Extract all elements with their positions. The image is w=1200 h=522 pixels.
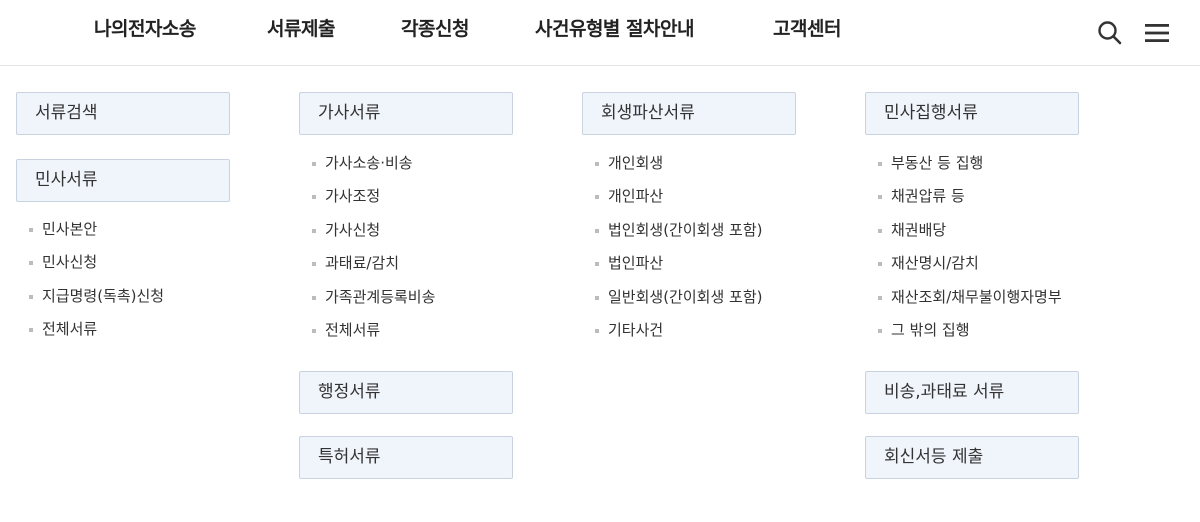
category-civil-documents[interactable]: 민사서류 xyxy=(16,159,230,202)
list-item[interactable]: 전체서류 xyxy=(28,319,164,352)
list-item[interactable]: 재산명시/감치 xyxy=(877,253,1062,286)
search-icon[interactable] xyxy=(1095,18,1125,48)
list-item[interactable]: 가족관계등록비송 xyxy=(311,287,435,320)
rehabilitation-bankruptcy-list: 개인회생 개인파산 법인회생(간이회생 포함) 법인파산 일반회생(간이회생 포… xyxy=(594,153,762,353)
hamburger-menu-icon[interactable] xyxy=(1142,18,1172,48)
nav-procedure-guide[interactable]: 사건유형별 절차안내 xyxy=(535,14,694,41)
list-item[interactable]: 민사본안 xyxy=(28,219,164,252)
list-item[interactable]: 민사신청 xyxy=(28,252,164,285)
list-item[interactable]: 법인회생(간이회생 포함) xyxy=(594,220,762,253)
list-item[interactable]: 개인파산 xyxy=(594,186,762,219)
list-item[interactable]: 과태료/감치 xyxy=(311,253,435,286)
list-item[interactable]: 가사신청 xyxy=(311,220,435,253)
nav-various-applications[interactable]: 각종신청 xyxy=(401,14,469,41)
list-item[interactable]: 개인회생 xyxy=(594,153,762,186)
category-civil-execution[interactable]: 민사집행서류 xyxy=(865,92,1079,135)
list-item[interactable]: 재산조회/채무불이행자명부 xyxy=(877,287,1062,320)
category-family-documents[interactable]: 가사서류 xyxy=(299,92,513,135)
category-non-litigation-fines[interactable]: 비송,과태료 서류 xyxy=(865,371,1079,414)
list-item[interactable]: 일반회생(간이회생 포함) xyxy=(594,287,762,320)
civil-documents-list: 민사본안 민사신청 지급명령(독촉)신청 전체서류 xyxy=(28,219,164,353)
list-item[interactable]: 지급명령(독촉)신청 xyxy=(28,286,164,319)
nav-document-submission[interactable]: 서류제출 xyxy=(267,14,335,41)
list-item[interactable]: 채권배당 xyxy=(877,220,1062,253)
list-item[interactable]: 그 밖의 집행 xyxy=(877,320,1062,353)
top-navigation-bar: 나의전자소송 서류제출 각종신청 사건유형별 절차안내 고객센터 xyxy=(0,0,1200,66)
civil-execution-list: 부동산 등 집행 채권압류 등 채권배당 재산명시/감치 재산조회/채무불이행자… xyxy=(877,153,1062,353)
list-item[interactable]: 기타사건 xyxy=(594,320,762,353)
nav-my-e-litigation[interactable]: 나의전자소송 xyxy=(94,14,196,41)
category-reply-submission[interactable]: 회신서등 제출 xyxy=(865,436,1079,479)
category-rehabilitation-bankruptcy[interactable]: 회생파산서류 xyxy=(582,92,796,135)
category-administrative-documents[interactable]: 행정서류 xyxy=(299,371,513,414)
list-item[interactable]: 부동산 등 집행 xyxy=(877,153,1062,186)
list-item[interactable]: 법인파산 xyxy=(594,253,762,286)
list-item[interactable]: 전체서류 xyxy=(311,320,435,353)
list-item[interactable]: 채권압류 등 xyxy=(877,186,1062,219)
nav-customer-center[interactable]: 고객센터 xyxy=(773,14,841,41)
family-documents-list: 가사소송·비송 가사조정 가사신청 과태료/감치 가족관계등록비송 전체서류 xyxy=(311,153,435,353)
list-item[interactable]: 가사소송·비송 xyxy=(311,153,435,186)
category-document-search[interactable]: 서류검색 xyxy=(16,92,230,135)
list-item[interactable]: 가사조정 xyxy=(311,186,435,219)
category-patent-documents[interactable]: 특허서류 xyxy=(299,436,513,479)
